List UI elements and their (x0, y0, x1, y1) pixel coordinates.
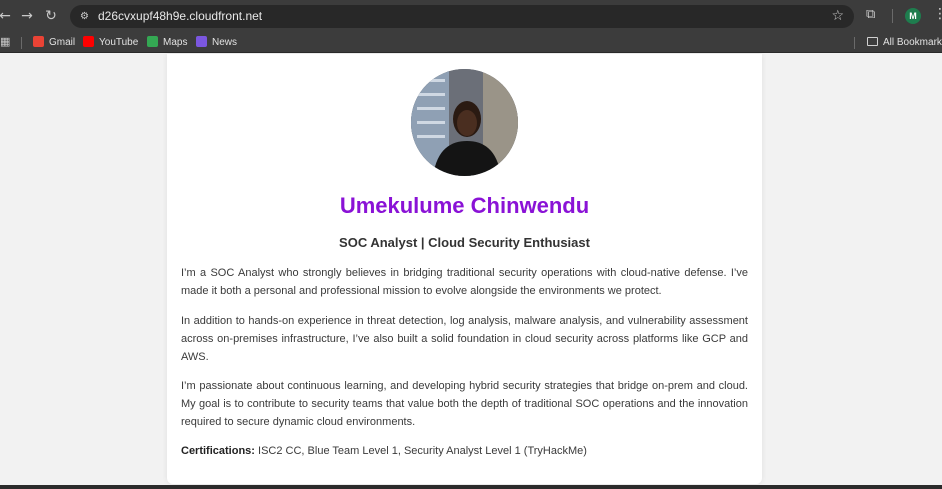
profile-name: Umekulume Chinwendu (339, 193, 590, 218)
bookmark-youtube[interactable]: YouTube (83, 36, 138, 50)
bookmark-star-icon[interactable]: ☆ (831, 8, 844, 24)
youtube-icon (83, 36, 94, 47)
bio-paragraph: In addition to hands-on experience in th… (181, 315, 748, 363)
bookmark-news[interactable]: News (196, 36, 237, 50)
news-icon (196, 36, 207, 47)
browser-toolbar: ← → ↻ ⚙ d26cvxupf48h9e.cloudfront.net ☆ … (0, 0, 942, 33)
apps-grid-icon[interactable]: ▦ (0, 36, 12, 48)
profile-card: Umekulume Chinwendu SOC Analyst | Cloud … (167, 54, 762, 484)
bio-paragraph: I’m a SOC Analyst who strongly believes … (181, 267, 748, 297)
bookmark-maps[interactable]: Maps (147, 36, 187, 50)
all-bookmarks-label: All Bookmarks (883, 37, 942, 48)
bookmarks-bar: ▦ Gmail YouTube Maps News All Bookmarks (0, 33, 942, 53)
url-text[interactable]: d26cvxupf48h9e.cloudfront.net (98, 9, 262, 24)
menu-kebab-icon[interactable]: ⋮ (933, 6, 942, 22)
bookmark-label: Maps (163, 37, 188, 48)
certifications-value: ISC2 CC, Blue Team Level 1, Security Ana… (258, 445, 587, 457)
bookmarks-divider (21, 37, 22, 49)
back-arrow-icon[interactable]: ← (0, 7, 14, 25)
bio-paragraph: I’m passionate about continuous learning… (181, 380, 748, 428)
bookmark-label: YouTube (99, 37, 139, 48)
site-settings-icon[interactable]: ⚙ (80, 10, 93, 23)
bookmark-label: News (212, 37, 238, 48)
gmail-icon (33, 36, 44, 47)
certifications: Certifications: ISC2 CC, Blue Team Level… (181, 442, 748, 460)
toolbar-divider (892, 9, 893, 23)
certifications-label: Certifications: (181, 445, 255, 457)
profile-title: SOC Analyst | Cloud Security Enthusiast (339, 235, 590, 250)
extensions-icon[interactable]: ⧉ (866, 7, 882, 23)
bookmark-gmail[interactable]: Gmail (33, 36, 75, 50)
taskbar-strip (0, 485, 942, 489)
all-bookmarks-button[interactable]: All Bookmarks (867, 36, 942, 50)
maps-icon (147, 36, 158, 47)
reload-icon[interactable]: ↻ (42, 7, 60, 25)
profile-avatar[interactable]: M (905, 8, 921, 24)
address-bar[interactable]: ⚙ d26cvxupf48h9e.cloudfront.net ☆ (70, 5, 854, 28)
profile-photo (411, 69, 518, 176)
forward-arrow-icon[interactable]: → (18, 7, 36, 25)
bookmarks-divider (854, 37, 855, 49)
bookmark-label: Gmail (49, 37, 76, 48)
folder-icon (867, 37, 878, 46)
